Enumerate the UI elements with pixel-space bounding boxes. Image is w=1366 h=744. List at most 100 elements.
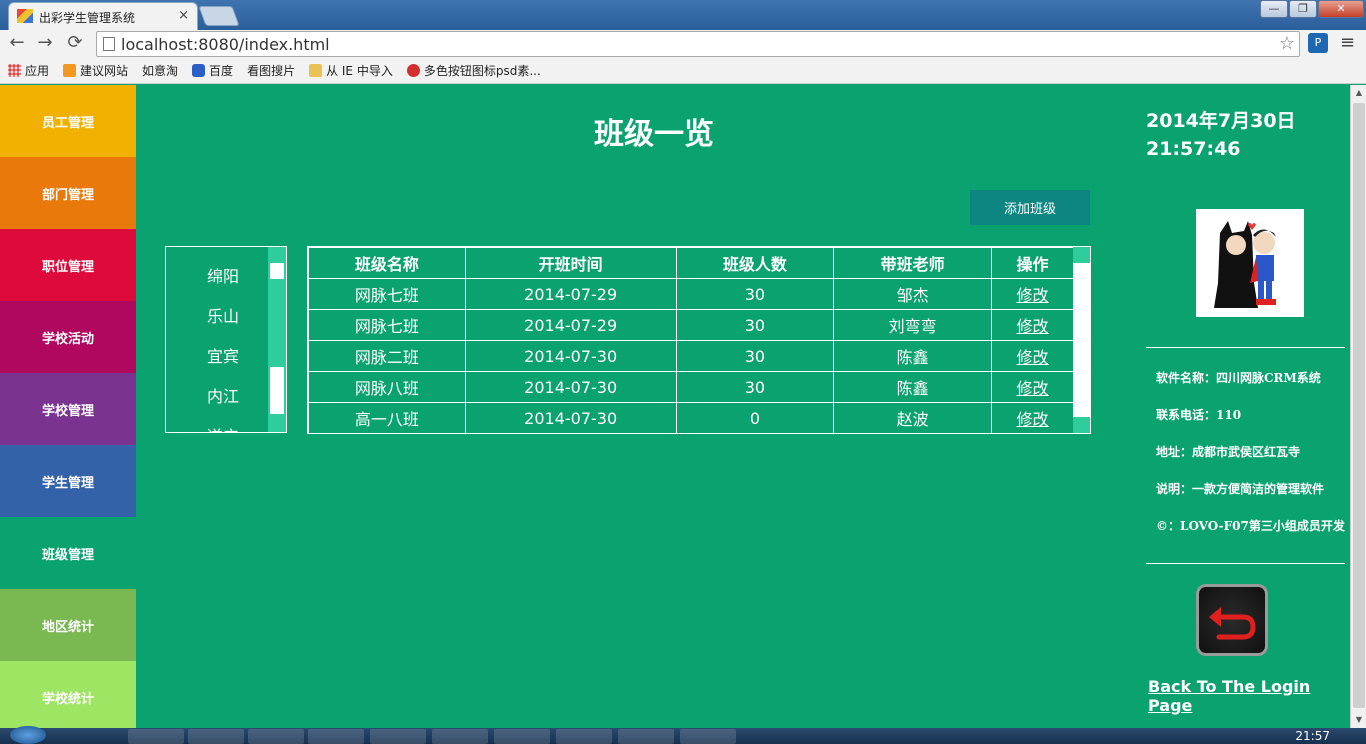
current-date: 2014年7月30日 [1146, 110, 1296, 132]
address-url[interactable]: localhost:8080/index.html [121, 35, 330, 54]
scrollbar-track[interactable] [1073, 263, 1090, 417]
region-scrollbar[interactable] [268, 247, 286, 432]
start-time-cell: 2014-07-29 [464, 278, 677, 310]
red-circle-icon [406, 64, 420, 77]
taskbar-app[interactable] [308, 729, 364, 744]
sidebar-item-school-activities[interactable]: 学校活动 [0, 301, 136, 373]
sidebar: 员工管理 部门管理 职位管理 学校活动 学校管理 学生管理 班级管理 地区统计 … [0, 85, 136, 733]
back-button[interactable] [1196, 584, 1268, 656]
avatar [1196, 209, 1304, 317]
table-row: 网脉八班 2014-07-30 30 陈鑫 修改 [308, 371, 1074, 403]
copyright: ©：LOVO-F07第三小组成员开发 [1156, 519, 1345, 533]
table-scrollbar[interactable] [1073, 247, 1090, 433]
class-name-cell: 网脉二班 [308, 340, 466, 372]
sidebar-item-employees[interactable]: 员工管理 [0, 85, 136, 157]
taskbar-clock: 21:57 [1295, 729, 1330, 743]
browser-titlebar: 出彩学生管理系统 × — ❐ ✕ [0, 0, 1366, 30]
maximize-button[interactable]: ❐ [1289, 0, 1317, 18]
edit-link[interactable]: 修改 [1017, 317, 1049, 336]
bookmark-image-search[interactable]: 看图搜片 [0, 62, 296, 156]
back-arrow-icon[interactable]: ← [6, 32, 28, 54]
edit-link[interactable]: 修改 [1017, 379, 1049, 398]
sidebar-item-positions[interactable]: 职位管理 [0, 229, 136, 301]
column-header: 班级人数 [675, 247, 835, 279]
browser-tab[interactable]: 出彩学生管理系统 × [8, 2, 198, 30]
taskbar-app[interactable] [618, 729, 674, 744]
browser-toolbar: ← → ⟳ localhost:8080/index.html ☆ P ≡ [0, 30, 1366, 58]
student-count-cell: 30 [675, 340, 835, 372]
clock-display: 2014年7月30日 21:57:46 [1146, 107, 1296, 163]
table-row: 网脉七班 2014-07-29 30 邹杰 修改 [308, 278, 1074, 310]
taskbar-app[interactable] [248, 729, 304, 744]
page-title: 班级一览 [594, 117, 714, 152]
sidebar-item-school-stats[interactable]: 学校统计 [0, 661, 136, 733]
bookmark-star-icon[interactable]: ☆ [1279, 33, 1295, 54]
student-count-cell: 30 [675, 278, 835, 310]
bookmark-ruyitao[interactable]: 如意淘 [0, 62, 179, 156]
start-button[interactable] [10, 726, 46, 744]
browser-menu-icon[interactable]: ≡ [1340, 32, 1355, 53]
page-scrollbar[interactable]: ▲ ▼ [1350, 85, 1366, 728]
close-window-button[interactable]: ✕ [1318, 0, 1364, 18]
address-bar[interactable]: localhost:8080/index.html ☆ [96, 31, 1300, 57]
taskbar-app[interactable] [432, 729, 488, 744]
edit-link[interactable]: 修改 [1017, 410, 1049, 429]
scrollbar-thumb[interactable] [1353, 103, 1365, 708]
bookmark-label: 看图搜片 [247, 64, 296, 78]
description: 说明：一款方便简洁的管理软件 [1156, 482, 1325, 496]
bookmark-label: 应用 [25, 64, 50, 78]
scroll-up-icon[interactable]: ▲ [1351, 85, 1366, 101]
new-tab-button[interactable] [198, 6, 240, 26]
apps-icon [8, 64, 21, 77]
taskbar-app[interactable] [128, 729, 184, 744]
column-header: 带班老师 [833, 247, 993, 279]
tab-close-icon[interactable]: × [178, 8, 189, 23]
student-count-cell: 30 [675, 309, 835, 341]
taskbar-app[interactable] [188, 729, 244, 744]
bookmark-label: 如意淘 [142, 64, 179, 78]
back-to-login-link[interactable]: Back To The Login Page [1148, 677, 1350, 715]
region-list-box: 绵阳 乐山 宜宾 内江 遂宁 [165, 246, 287, 433]
bookmark-suggested-sites[interactable]: 建议网站 [63, 62, 128, 79]
page-icon [103, 37, 115, 51]
bookmark-import-ie[interactable]: 从 IE 中导入 [309, 62, 393, 79]
minimize-button[interactable]: — [1260, 0, 1288, 18]
column-header: 操作 [991, 247, 1074, 279]
class-name-cell: 网脉八班 [308, 371, 466, 403]
os-taskbar: 21:57 [0, 726, 1366, 744]
teacher-cell: 赵波 [833, 402, 993, 434]
extension-icon[interactable]: P [1308, 33, 1328, 53]
sidebar-item-students[interactable]: 学生管理 [0, 445, 136, 517]
edit-link[interactable]: 修改 [1017, 348, 1049, 367]
start-time-cell: 2014-07-30 [464, 340, 677, 372]
student-count-cell: 0 [675, 402, 835, 434]
bookmark-psd-icons[interactable]: 多色按钮图标psd素... [406, 62, 541, 79]
taskbar-app[interactable] [680, 729, 736, 744]
tab-title: 出彩学生管理系统 [39, 11, 136, 25]
class-table-container: 班级名称 开班时间 班级人数 带班老师 操作 网脉七班 2014-07-29 3… [307, 246, 1091, 434]
scroll-down-icon[interactable]: ▼ [1351, 712, 1366, 728]
forward-arrow-icon[interactable]: → [34, 32, 56, 54]
sidebar-item-region-stats[interactable]: 地区统计 [0, 589, 136, 661]
start-time-cell: 2014-07-30 [464, 402, 677, 434]
add-class-button[interactable]: 添加班级 [970, 190, 1090, 225]
teacher-cell: 陈鑫 [833, 340, 993, 372]
student-count-cell: 30 [675, 371, 835, 403]
edit-link[interactable]: 修改 [1017, 286, 1049, 305]
taskbar-app[interactable] [556, 729, 612, 744]
taskbar-app[interactable] [494, 729, 550, 744]
sidebar-item-departments[interactable]: 部门管理 [0, 157, 136, 229]
scrollbar-thumb[interactable] [270, 279, 284, 367]
bookmark-apps[interactable]: 应用 [8, 62, 49, 79]
taskbar-app[interactable] [370, 729, 426, 744]
return-arrow-icon [1209, 607, 1256, 640]
reload-icon[interactable]: ⟳ [64, 32, 86, 54]
bookmark-label: 从 IE 中导入 [326, 64, 393, 78]
sidebar-item-classes[interactable]: 班级管理 [0, 517, 136, 589]
class-name-cell: 网脉七班 [308, 309, 466, 341]
column-header: 开班时间 [464, 247, 677, 279]
bookmark-label: 多色按钮图标psd素... [423, 64, 541, 78]
sidebar-item-schools[interactable]: 学校管理 [0, 373, 136, 445]
bookmark-baidu[interactable]: 百度 [192, 62, 233, 79]
table-row: 高一八班 2014-07-30 0 赵波 修改 [308, 402, 1074, 434]
